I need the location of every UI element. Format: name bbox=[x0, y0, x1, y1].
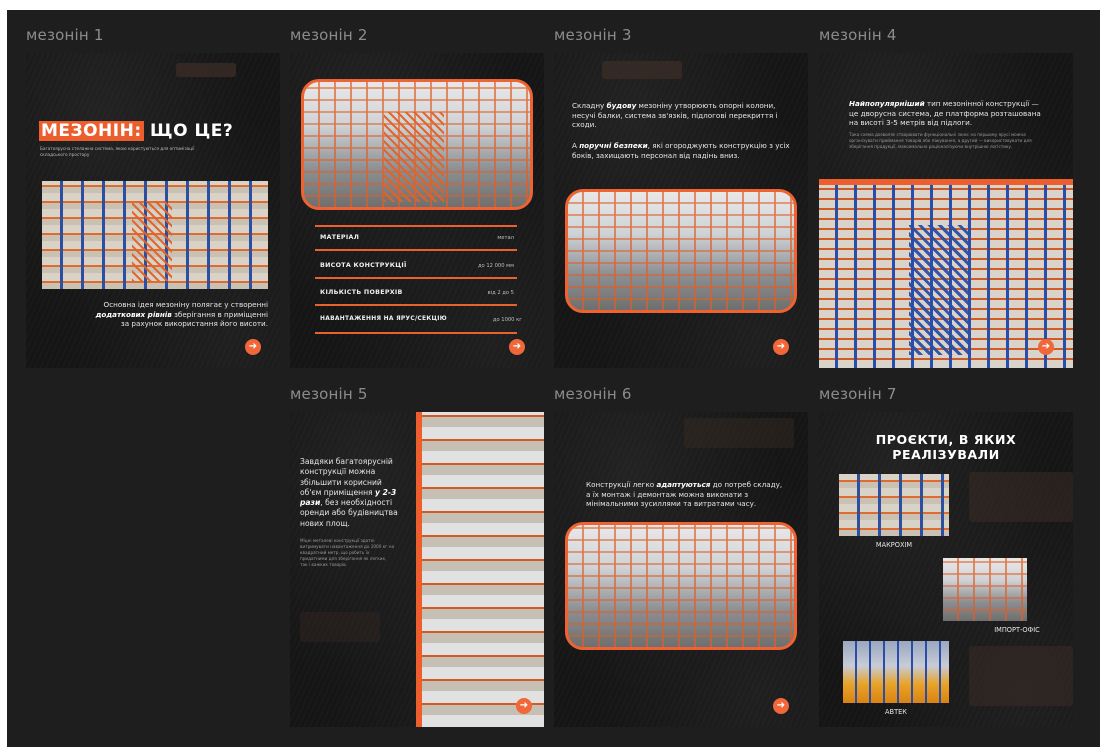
body-emphasis: адаптуються bbox=[656, 480, 711, 489]
body-emphasis: Найпопулярніший bbox=[849, 99, 925, 108]
brush-decor bbox=[684, 418, 794, 448]
body-text: Складну bbox=[572, 101, 607, 110]
small-note: Така схема дозволяє створювати функціона… bbox=[849, 132, 1032, 149]
slide-body: Основна ідея мезоніну полягає у створенн… bbox=[88, 300, 268, 329]
brush-decor bbox=[969, 646, 1073, 706]
next-arrow-icon[interactable]: ➔ bbox=[509, 339, 525, 355]
prop-value: до 12 000 мм bbox=[477, 263, 514, 269]
frame-mezzanine-7[interactable]: ПРОЄКТИ, В ЯКИХ РЕАЛІЗУВАЛИ МАКРОХІМ ІМП… bbox=[819, 412, 1073, 727]
frame-label-4[interactable]: мезонін 4 bbox=[819, 26, 897, 44]
paragraph-1: Складну будову мезоніну утворюють опорні… bbox=[572, 101, 797, 130]
project-photo-3 bbox=[843, 641, 949, 703]
mezzanine-photo bbox=[301, 79, 533, 210]
stair-rack-photo bbox=[819, 185, 1073, 368]
prop-name: ВИСОТА КОНСТРУКЦІЇ bbox=[320, 262, 407, 269]
frame-mezzanine-2[interactable]: МАТЕРІАЛ метал ВИСОТА КОНСТРУКЦІЇ до 12 … bbox=[290, 53, 544, 368]
stairs-decor bbox=[909, 225, 969, 355]
body-emphasis: додаткових рівнів bbox=[95, 309, 172, 319]
body-text: Основна ідея мезоніну полягає у створенн… bbox=[103, 300, 268, 309]
warehouse-photo bbox=[565, 189, 797, 313]
paragraph-1: Найпопулярніший тип мезонінної конструкц… bbox=[849, 99, 1049, 128]
next-arrow-icon[interactable]: ➔ bbox=[1038, 339, 1054, 355]
design-canvas: мезонін 1 МЕЗОНІН: ЩО ЦЕ? Багатоярусна с… bbox=[7, 10, 1100, 747]
slide-title: ПРОЄКТИ, В ЯКИХ РЕАЛІЗУВАЛИ bbox=[875, 432, 1017, 462]
stairs-decor bbox=[384, 112, 444, 202]
frame-mezzanine-6[interactable]: Конструкції легко адаптуються до потреб … bbox=[554, 412, 808, 727]
prop-value: метал bbox=[497, 235, 514, 241]
brush-decor bbox=[602, 61, 682, 79]
body-emphasis: поручні безпеки bbox=[579, 141, 648, 150]
brush-decor bbox=[300, 612, 380, 642]
prop-name: МАТЕРІАЛ bbox=[320, 234, 360, 241]
frame-label-2[interactable]: мезонін 2 bbox=[290, 26, 368, 44]
divider bbox=[315, 225, 517, 227]
frame-mezzanine-1[interactable]: МЕЗОНІН: ЩО ЦЕ? Багатоярусна стелажна си… bbox=[26, 53, 280, 368]
project-label-1: МАКРОХІМ bbox=[875, 541, 913, 549]
frame-label-3[interactable]: мезонін 3 bbox=[554, 26, 632, 44]
body-text: Конструкції легко bbox=[586, 480, 657, 489]
project-photo-1 bbox=[839, 474, 949, 536]
small-note: Міцні металеві конструкції здатні витрим… bbox=[300, 538, 395, 567]
paragraph-2: А поручні безпеки, які огороджують конст… bbox=[572, 141, 797, 160]
title-highlight: МЕЗОНІН: bbox=[39, 121, 144, 141]
prop-value: до 1000 кг bbox=[492, 317, 522, 323]
frame-label-6[interactable]: мезонін 6 bbox=[554, 385, 632, 403]
slide-title: МЕЗОНІН: ЩО ЦЕ? bbox=[39, 121, 233, 141]
brush-decor bbox=[969, 472, 1073, 522]
next-arrow-icon[interactable]: ➔ bbox=[245, 339, 261, 355]
paragraph-1: Конструкції легко адаптуються до потреб … bbox=[586, 480, 786, 509]
prop-value: від 2 до 5 bbox=[487, 290, 514, 296]
title-rest: ЩО ЦЕ? bbox=[143, 121, 234, 141]
stairs-decor bbox=[132, 201, 172, 281]
next-arrow-icon[interactable]: ➔ bbox=[516, 698, 532, 714]
divider bbox=[315, 332, 517, 334]
brush-decor bbox=[176, 63, 236, 77]
next-arrow-icon[interactable]: ➔ bbox=[773, 339, 789, 355]
divider bbox=[315, 249, 517, 251]
mezzanine-photo bbox=[565, 522, 797, 650]
frame-label-7[interactable]: мезонін 7 bbox=[819, 385, 897, 403]
prop-name: КІЛЬКІСТЬ ПОВЕРХІВ bbox=[320, 289, 403, 296]
frame-mezzanine-5[interactable]: Завдяки багатоярусній конструкції можна … bbox=[290, 412, 544, 727]
project-label-3: АВТЕК bbox=[885, 708, 907, 716]
frame-mezzanine-4[interactable]: Найпопулярніший тип мезонінної конструкц… bbox=[819, 53, 1073, 368]
next-arrow-icon[interactable]: ➔ bbox=[773, 698, 789, 714]
frame-label-5[interactable]: мезонін 5 bbox=[290, 385, 368, 403]
frame-mezzanine-3[interactable]: Складну будову мезоніну утворюють опорні… bbox=[554, 53, 808, 368]
paragraph-1: Завдяки багатоярусній конструкції можна … bbox=[300, 457, 400, 529]
storage-photo bbox=[422, 412, 544, 727]
body-emphasis: будову bbox=[606, 101, 637, 110]
frame-label-1[interactable]: мезонін 1 bbox=[26, 26, 104, 44]
divider bbox=[315, 304, 517, 306]
rack-photo bbox=[42, 181, 268, 289]
prop-name: НАВАНТАЖЕННЯ НА ЯРУС/СЕКЦІЮ bbox=[320, 316, 447, 322]
divider bbox=[315, 277, 517, 279]
slide-subtitle: Багатоярусна стелажна система, якою кори… bbox=[40, 146, 195, 157]
project-label-2: ІМПОРТ-ОФІС bbox=[994, 626, 1040, 634]
project-photo-2 bbox=[943, 558, 1027, 621]
